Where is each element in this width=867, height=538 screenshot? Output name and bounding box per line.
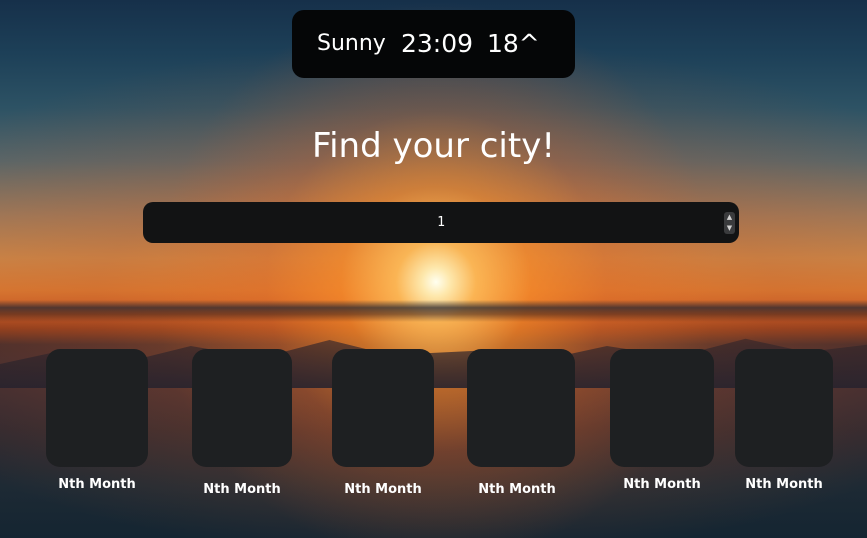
city-input[interactable]	[143, 202, 723, 243]
weather-condition: Sunny	[317, 31, 386, 56]
status-panel: Sunny 23:09 18^	[292, 10, 575, 78]
caret-down-icon[interactable]: ▼	[725, 223, 734, 233]
temperature: 18^	[487, 29, 540, 58]
month-label: Nth Month	[745, 477, 823, 492]
month-card[interactable]	[332, 349, 434, 467]
month-label: Nth Month	[623, 477, 701, 492]
month-label: Nth Month	[478, 482, 556, 497]
month-card[interactable]	[46, 349, 148, 467]
caret-up-icon[interactable]: ▲	[725, 212, 734, 222]
month-card[interactable]	[192, 349, 292, 467]
month-card[interactable]	[467, 349, 575, 467]
background-cloud-band	[0, 300, 867, 322]
city-search-box: ▲ ▼	[143, 202, 739, 243]
month-card[interactable]	[735, 349, 833, 467]
month-card[interactable]	[610, 349, 714, 467]
month-label: Nth Month	[58, 477, 136, 492]
clock-time: 23:09	[401, 29, 474, 58]
month-label: Nth Month	[344, 482, 422, 497]
number-spinner[interactable]: ▲ ▼	[724, 212, 735, 234]
page-title: Find your city!	[312, 126, 555, 166]
month-label: Nth Month	[203, 482, 281, 497]
